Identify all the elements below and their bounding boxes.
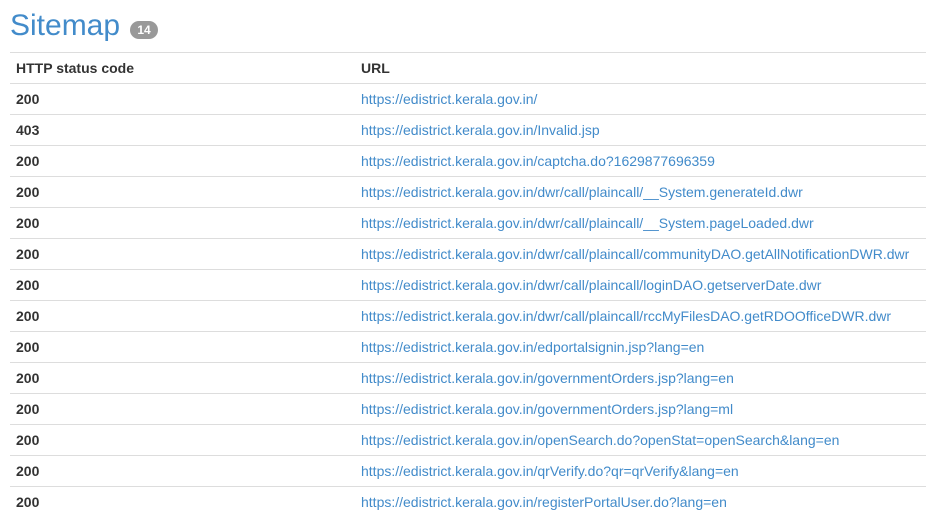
url-cell: https://edistrict.kerala.gov.in/openSear… xyxy=(355,424,926,456)
status-code-cell: 200 xyxy=(10,455,355,487)
table-row: 200 https://edistrict.kerala.gov.in/ xyxy=(10,83,926,115)
url-cell: https://edistrict.kerala.gov.in/governme… xyxy=(355,393,926,425)
url-cell: https://edistrict.kerala.gov.in/dwr/call… xyxy=(355,238,926,270)
status-code-cell: 200 xyxy=(10,331,355,363)
url-link[interactable]: https://edistrict.kerala.gov.in/governme… xyxy=(361,370,734,386)
status-code-cell: 200 xyxy=(10,486,355,517)
url-link[interactable]: https://edistrict.kerala.gov.in/captcha.… xyxy=(361,153,715,169)
url-cell: https://edistrict.kerala.gov.in/Invalid.… xyxy=(355,114,926,146)
status-code-cell: 200 xyxy=(10,393,355,425)
url-cell: https://edistrict.kerala.gov.in/qrVerify… xyxy=(355,455,926,487)
status-code-cell: 200 xyxy=(10,424,355,456)
status-code-cell: 200 xyxy=(10,207,355,239)
table-row: 200 https://edistrict.kerala.gov.in/dwr/c… xyxy=(10,300,926,332)
status-code-cell: 200 xyxy=(10,176,355,208)
table-row: 200 https://edistrict.kerala.gov.in/dwr/c… xyxy=(10,176,926,208)
status-code-cell: 200 xyxy=(10,83,355,115)
url-cell: https://edistrict.kerala.gov.in/dwr/call… xyxy=(355,300,926,332)
url-link[interactable]: https://edistrict.kerala.gov.in/governme… xyxy=(361,401,733,417)
column-header-status: HTTP status code xyxy=(10,52,355,84)
table-row: 200 https://edistrict.kerala.gov.in/regis… xyxy=(10,486,926,517)
url-link[interactable]: https://edistrict.kerala.gov.in/dwr/call… xyxy=(361,184,803,200)
page-title: Sitemap xyxy=(10,9,121,42)
url-cell: https://edistrict.kerala.gov.in/dwr/call… xyxy=(355,207,926,239)
url-cell: https://edistrict.kerala.gov.in/dwr/call… xyxy=(355,176,926,208)
url-link[interactable]: https://edistrict.kerala.gov.in/Invalid.… xyxy=(361,122,600,138)
url-link[interactable]: https://edistrict.kerala.gov.in/dwr/call… xyxy=(361,308,891,324)
table-row: 200 https://edistrict.kerala.gov.in/captc… xyxy=(10,145,926,177)
url-link[interactable]: https://edistrict.kerala.gov.in/qrVerify… xyxy=(361,463,739,479)
table-header-row: HTTP status code URL xyxy=(10,52,926,84)
url-cell: https://edistrict.kerala.gov.in/dwr/call… xyxy=(355,269,926,301)
table-row: 200 https://edistrict.kerala.gov.in/gover… xyxy=(10,362,926,394)
title-row: Sitemap 14 xyxy=(10,0,926,52)
table-row: 200 https://edistrict.kerala.gov.in/dwr/c… xyxy=(10,238,926,270)
table-row: 200 https://edistrict.kerala.gov.in/dwr/c… xyxy=(10,269,926,301)
sitemap-table: HTTP status code URL 200 https://edistric… xyxy=(10,52,926,517)
count-badge: 14 xyxy=(130,20,159,39)
url-cell: https://edistrict.kerala.gov.in/captcha.… xyxy=(355,145,926,177)
table-row: 200 https://edistrict.kerala.gov.in/qrVer… xyxy=(10,455,926,487)
url-cell: https://edistrict.kerala.gov.in/register… xyxy=(355,486,926,517)
url-link[interactable]: https://edistrict.kerala.gov.in/openSear… xyxy=(361,432,839,448)
url-link[interactable]: https://edistrict.kerala.gov.in/register… xyxy=(361,494,727,510)
url-link[interactable]: https://edistrict.kerala.gov.in/dwr/call… xyxy=(361,246,909,262)
table-row: 200 https://edistrict.kerala.gov.in/edpor… xyxy=(10,331,926,363)
status-code-cell: 200 xyxy=(10,300,355,332)
column-header-url: URL xyxy=(355,52,926,84)
sitemap-page: Sitemap 14 HTTP status code URL 200 https… xyxy=(0,0,926,518)
table-row: 200 https://edistrict.kerala.gov.in/gover… xyxy=(10,393,926,425)
url-cell: https://edistrict.kerala.gov.in/edportal… xyxy=(355,331,926,363)
table-body: 200 https://edistrict.kerala.gov.in/403 ht… xyxy=(10,83,926,517)
status-code-cell: 200 xyxy=(10,362,355,394)
status-code-cell: 403 xyxy=(10,114,355,146)
url-link[interactable]: https://edistrict.kerala.gov.in/edportal… xyxy=(361,339,704,355)
url-cell: https://edistrict.kerala.gov.in/ xyxy=(355,83,926,115)
url-cell: https://edistrict.kerala.gov.in/governme… xyxy=(355,362,926,394)
table-row: 200 https://edistrict.kerala.gov.in/openS… xyxy=(10,424,926,456)
table-row: 403 https://edistrict.kerala.gov.in/Inval… xyxy=(10,114,926,146)
url-link[interactable]: https://edistrict.kerala.gov.in/dwr/call… xyxy=(361,277,821,293)
url-link[interactable]: https://edistrict.kerala.gov.in/ xyxy=(361,91,537,107)
table-row: 200 https://edistrict.kerala.gov.in/dwr/c… xyxy=(10,207,926,239)
status-code-cell: 200 xyxy=(10,269,355,301)
status-code-cell: 200 xyxy=(10,145,355,177)
url-link[interactable]: https://edistrict.kerala.gov.in/dwr/call… xyxy=(361,215,814,231)
status-code-cell: 200 xyxy=(10,238,355,270)
